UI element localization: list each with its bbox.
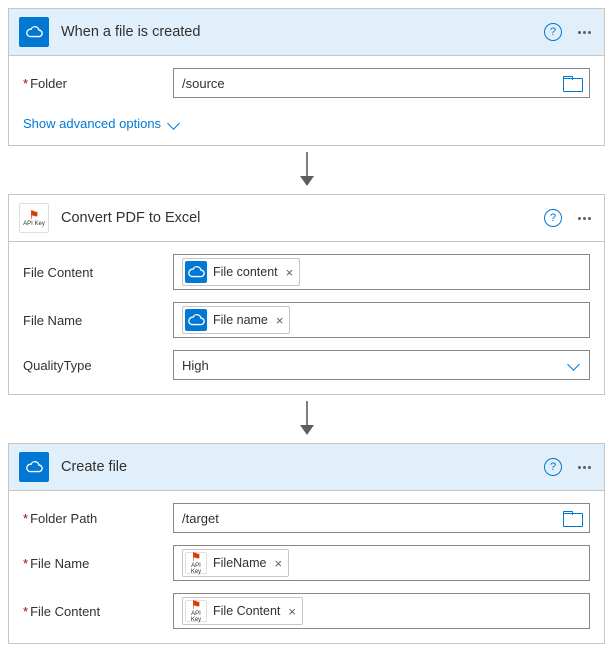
more-menu-icon[interactable] xyxy=(574,217,594,220)
onedrive-icon xyxy=(185,309,207,331)
folder-input[interactable]: /source xyxy=(173,68,590,98)
apikey-icon: ⚑API Key xyxy=(185,600,207,622)
file-content-label: File Content xyxy=(23,265,173,280)
card-header[interactable]: When a file is created ? xyxy=(9,9,604,56)
help-icon[interactable]: ? xyxy=(544,209,562,227)
remove-token-icon[interactable]: × xyxy=(275,556,283,571)
help-icon[interactable]: ? xyxy=(544,23,562,41)
folder-picker-icon[interactable] xyxy=(563,76,581,90)
create-file-card: Create file ? *Folder Path /target *File… xyxy=(8,443,605,644)
folder-label: *Folder xyxy=(23,76,173,91)
file-content-input[interactable]: File content × xyxy=(173,254,590,290)
folder-path-label: *Folder Path xyxy=(23,511,173,526)
file-content-token[interactable]: ⚑API Key File Content × xyxy=(182,597,303,625)
onedrive-icon xyxy=(19,452,49,482)
chevron-down-icon xyxy=(167,117,181,131)
convert-card: ⚑API Key Convert PDF to Excel ? File Con… xyxy=(8,194,605,395)
file-name-label: File Name xyxy=(23,313,173,328)
more-menu-icon[interactable] xyxy=(574,31,594,34)
card-header[interactable]: Create file ? xyxy=(9,444,604,491)
remove-token-icon[interactable]: × xyxy=(286,265,294,280)
quality-type-label: QualityType xyxy=(23,358,173,373)
remove-token-icon[interactable]: × xyxy=(276,313,284,328)
apikey-icon: ⚑API Key xyxy=(19,203,49,233)
apikey-icon: ⚑API Key xyxy=(185,552,207,574)
card-title: Create file xyxy=(61,459,544,475)
flow-arrow xyxy=(8,146,605,194)
remove-token-icon[interactable]: × xyxy=(288,604,296,619)
card-header[interactable]: ⚑API Key Convert PDF to Excel ? xyxy=(9,195,604,242)
folder-picker-icon[interactable] xyxy=(563,511,581,525)
file-name-input[interactable]: ⚑API Key FileName × xyxy=(173,545,590,581)
file-name-token[interactable]: ⚑API Key FileName × xyxy=(182,549,289,577)
file-name-input[interactable]: File name × xyxy=(173,302,590,338)
help-icon[interactable]: ? xyxy=(544,458,562,476)
flow-arrow xyxy=(8,395,605,443)
card-title: Convert PDF to Excel xyxy=(61,210,544,226)
file-content-input[interactable]: ⚑API Key File Content × xyxy=(173,593,590,629)
quality-type-select[interactable]: High xyxy=(173,350,590,380)
file-content-token[interactable]: File content × xyxy=(182,258,300,286)
more-menu-icon[interactable] xyxy=(574,466,594,469)
folder-path-input[interactable]: /target xyxy=(173,503,590,533)
chevron-down-icon[interactable] xyxy=(567,358,581,372)
card-title: When a file is created xyxy=(61,24,544,40)
show-advanced-link[interactable]: Show advanced options xyxy=(23,116,181,131)
onedrive-icon xyxy=(19,17,49,47)
file-name-label: *File Name xyxy=(23,556,173,571)
onedrive-icon xyxy=(185,261,207,283)
file-content-label: *File Content xyxy=(23,604,173,619)
file-name-token[interactable]: File name × xyxy=(182,306,290,334)
trigger-card: When a file is created ? *Folder /source… xyxy=(8,8,605,146)
